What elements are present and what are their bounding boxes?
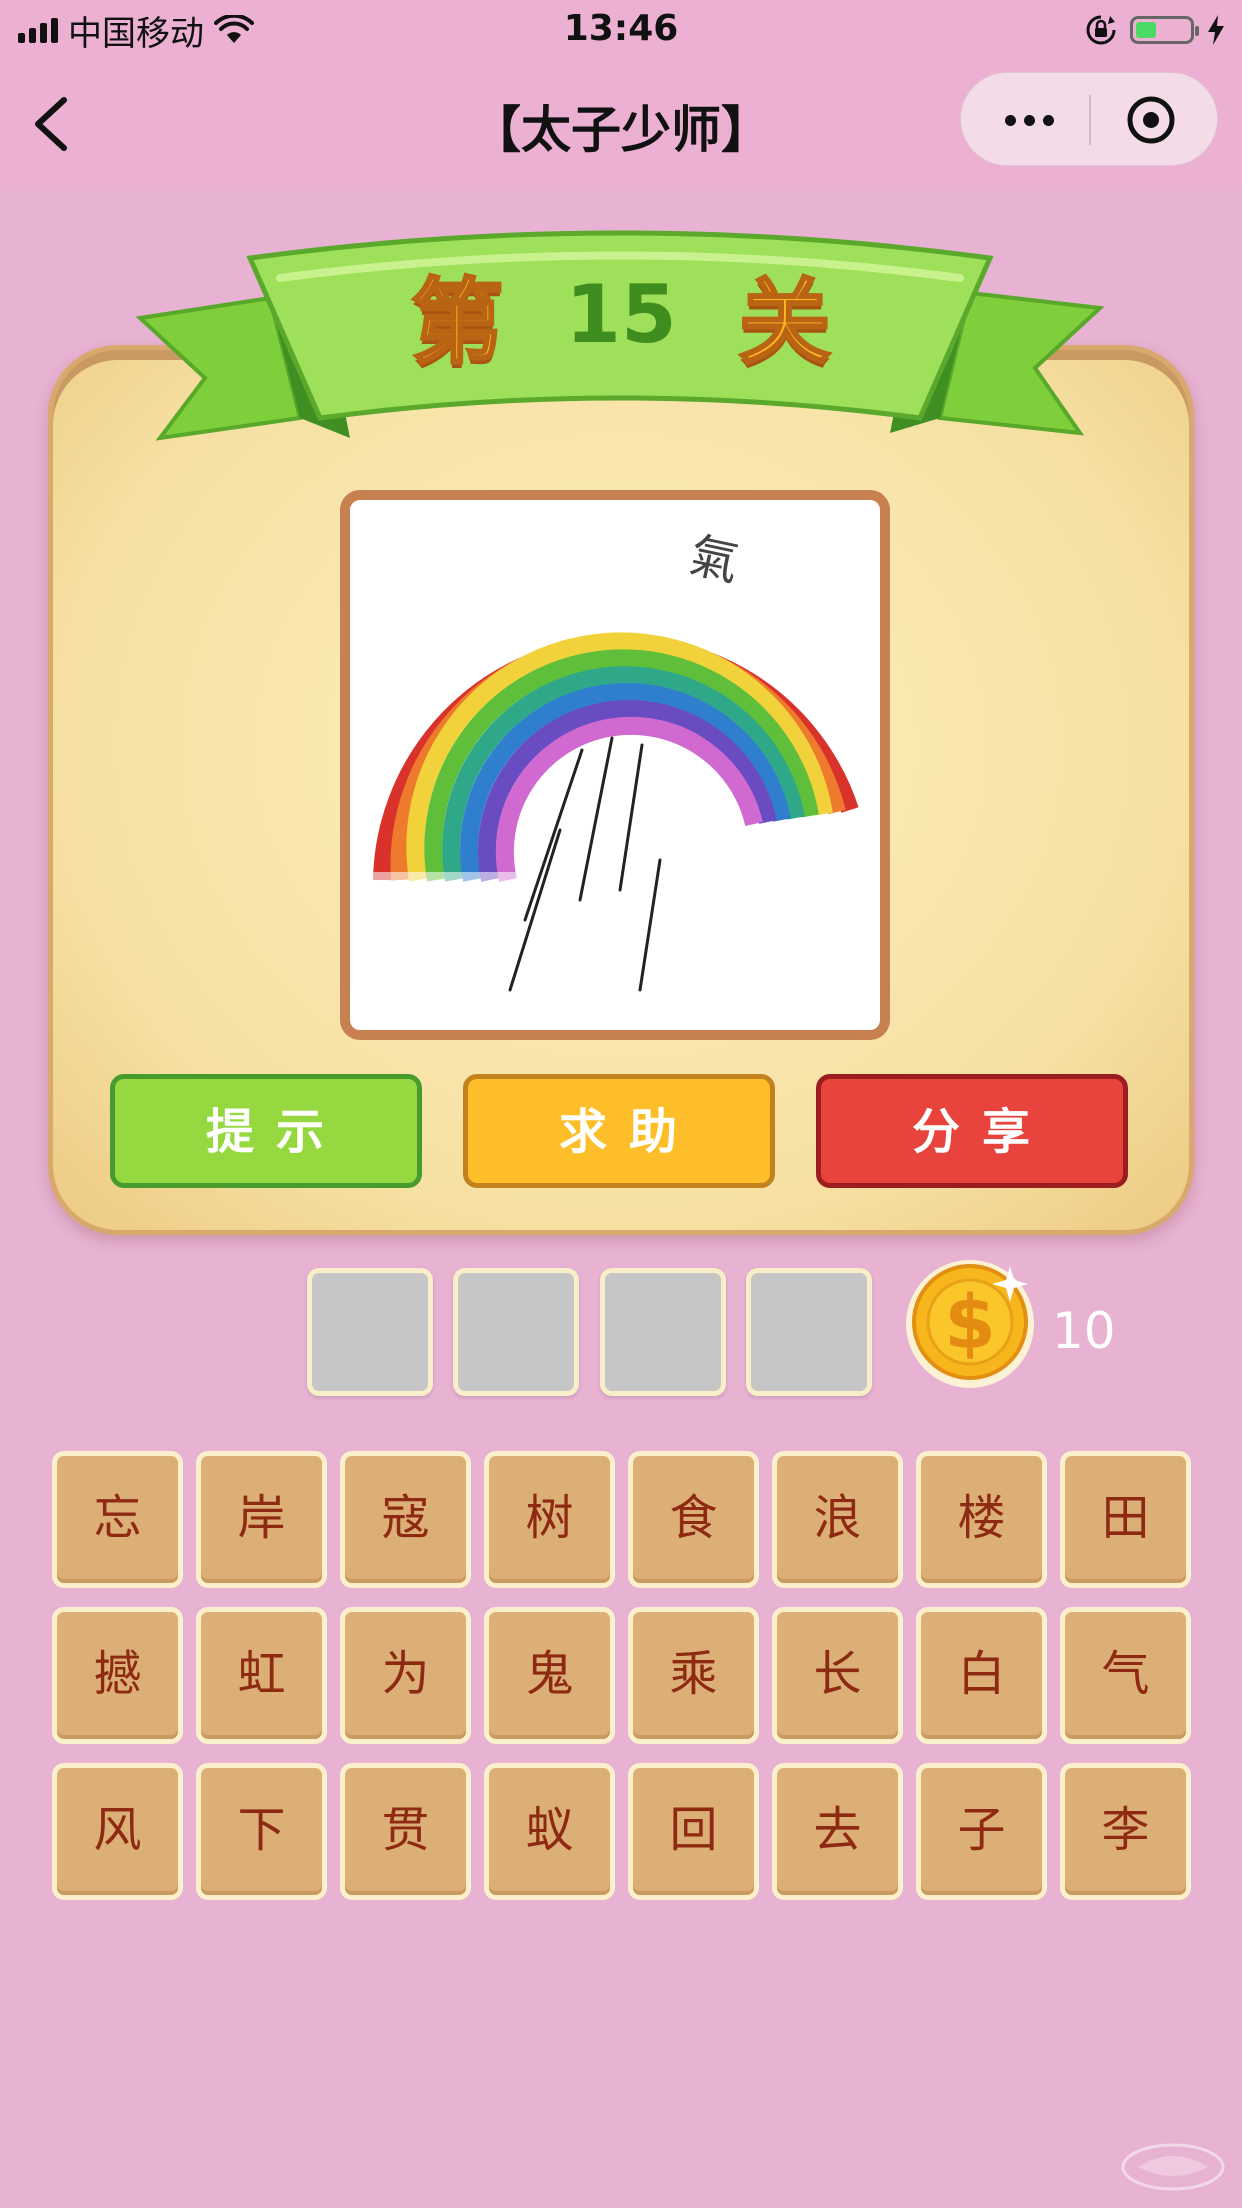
lock-rotation-icon	[1086, 15, 1116, 45]
puzzle-image: 氣	[340, 490, 890, 1040]
char-tile[interactable]: 树	[484, 1451, 615, 1588]
char-tile[interactable]: 浪	[772, 1451, 903, 1588]
level-number: 15	[565, 268, 677, 361]
char-tile[interactable]: 白	[916, 1607, 1047, 1744]
charging-icon	[1208, 15, 1224, 45]
help-button[interactable]: 求助	[463, 1074, 775, 1188]
watermark-logo	[1121, 2143, 1225, 2191]
char-tile[interactable]: 气	[1060, 1607, 1191, 1744]
svg-text:$: $	[944, 1280, 996, 1366]
char-tile[interactable]: 寇	[340, 1451, 471, 1588]
battery-icon	[1130, 16, 1199, 44]
char-tile[interactable]: 贯	[340, 1763, 471, 1900]
level-suffix: 关	[737, 268, 832, 378]
answer-slot[interactable]	[307, 1268, 433, 1396]
char-tile[interactable]: 子	[916, 1763, 1047, 1900]
answer-slot[interactable]	[600, 1268, 726, 1396]
char-tile[interactable]: 食	[628, 1451, 759, 1588]
char-tile[interactable]: 乘	[628, 1607, 759, 1744]
level-prefix: 第	[410, 268, 505, 378]
char-tile[interactable]: 风	[52, 1763, 183, 1900]
char-tile[interactable]: 下	[196, 1763, 327, 1900]
close-target-icon[interactable]	[1126, 95, 1176, 145]
coin-icon: $	[906, 1260, 1034, 1388]
char-tile[interactable]: 李	[1060, 1763, 1191, 1900]
share-button[interactable]: 分享	[816, 1074, 1128, 1188]
char-tile[interactable]: 田	[1060, 1451, 1191, 1588]
char-tile[interactable]: 回	[628, 1763, 759, 1900]
char-tile[interactable]: 去	[772, 1763, 903, 1900]
nav-bar: 【太子少师】	[0, 60, 1242, 190]
status-bar: 中国移动 13:46	[0, 0, 1242, 60]
char-tile[interactable]: 忘	[52, 1451, 183, 1588]
mini-program-capsule	[960, 72, 1218, 166]
level-title: 第 15 关	[0, 248, 1242, 378]
coin-count: 10	[1052, 1302, 1116, 1360]
status-time: 13:46	[563, 8, 679, 49]
char-tile[interactable]: 蚁	[484, 1763, 615, 1900]
char-tile[interactable]: 楼	[916, 1451, 1047, 1588]
char-tile[interactable]: 岸	[196, 1451, 327, 1588]
char-tile[interactable]: 撼	[52, 1607, 183, 1744]
char-tile[interactable]: 为	[340, 1607, 471, 1744]
puzzle-char: 氣	[685, 527, 744, 592]
char-tile[interactable]: 虹	[196, 1607, 327, 1744]
char-tile[interactable]: 鬼	[484, 1607, 615, 1744]
answer-slot[interactable]	[453, 1268, 579, 1396]
capsule-divider	[1089, 95, 1091, 145]
answer-slot[interactable]	[746, 1268, 872, 1396]
more-dots-icon[interactable]	[979, 90, 1079, 150]
status-right	[1084, 10, 1226, 50]
hint-button[interactable]: 提示	[110, 1074, 422, 1188]
rainbow-picture: 氣	[350, 527, 880, 992]
char-tile[interactable]: 长	[772, 1607, 903, 1744]
